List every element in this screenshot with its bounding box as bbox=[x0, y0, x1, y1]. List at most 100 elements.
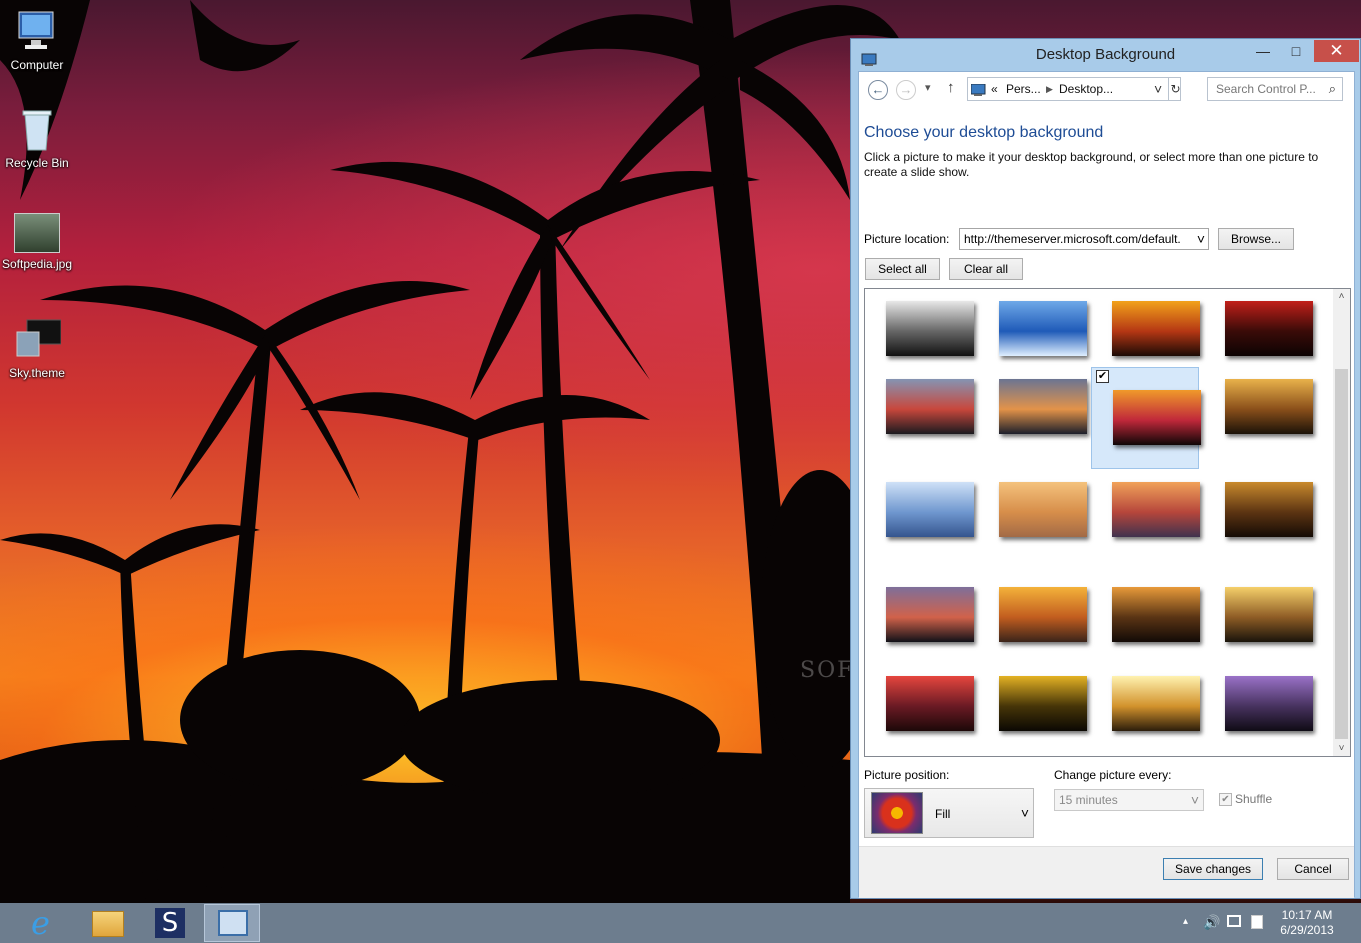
page-heading: Choose your desktop background bbox=[864, 124, 1104, 141]
desktop-background-window: Desktop Background — □ ✕ ← → ▾ ↑ « Pers.… bbox=[850, 38, 1361, 899]
position-preview-image bbox=[871, 792, 923, 834]
wallpaper-thumbnail[interactable] bbox=[978, 664, 1087, 756]
address-dropdown-button[interactable]: ˅ bbox=[1154, 78, 1162, 100]
desktop-icon-sky-theme[interactable]: Sky.theme bbox=[0, 318, 74, 380]
shuffle-checkbox[interactable]: ✔ bbox=[1219, 793, 1232, 806]
wallpaper-thumbnail-image bbox=[886, 379, 974, 434]
scroll-up-button[interactable]: ˄ bbox=[1333, 291, 1350, 302]
back-button[interactable]: ← bbox=[868, 80, 888, 100]
taskbar-file-explorer[interactable] bbox=[80, 904, 136, 942]
chevron-down-icon: ˅ bbox=[1020, 805, 1029, 821]
clock-time: 10:17 AM bbox=[1281, 908, 1333, 922]
up-button[interactable]: ↑ bbox=[947, 79, 955, 96]
change-interval-select[interactable]: 15 minutes ˅ bbox=[1054, 789, 1204, 811]
minimize-button[interactable]: — bbox=[1246, 40, 1280, 62]
window-title: Desktop Background bbox=[1035, 46, 1176, 63]
search-box[interactable]: Search Control P... ⌕ bbox=[1207, 77, 1343, 101]
scroll-down-button[interactable]: ˅ bbox=[1333, 743, 1350, 754]
address-bar[interactable]: « Pers... ▶ Desktop... ˅ ↻ bbox=[967, 77, 1181, 101]
search-input[interactable]: Search Control P... bbox=[1216, 82, 1316, 96]
vertical-scrollbar[interactable]: ˄ ˅ bbox=[1333, 289, 1350, 756]
control-panel-icon bbox=[218, 910, 248, 936]
clock[interactable]: 10:17 AM 6/29/2013 bbox=[1277, 908, 1337, 938]
wallpaper-thumbnail[interactable] bbox=[978, 367, 1087, 469]
browse-button[interactable]: Browse... bbox=[1218, 228, 1294, 250]
wallpaper-thumbnail-image bbox=[999, 587, 1087, 642]
wallpaper-thumbnail-image bbox=[1225, 301, 1313, 356]
wallpaper-thumbnail[interactable] bbox=[1091, 470, 1200, 572]
wallpaper-thumbnail[interactable] bbox=[1204, 367, 1313, 469]
title-bar[interactable]: Desktop Background — □ ✕ bbox=[851, 39, 1360, 71]
chevron-down-icon: ˅ bbox=[1190, 792, 1199, 808]
computer-icon bbox=[13, 10, 61, 54]
image-file-icon bbox=[14, 213, 60, 253]
wallpaper-thumbnail-image bbox=[999, 676, 1087, 731]
search-icon[interactable]: ⌕ bbox=[1329, 78, 1336, 100]
picture-position-select[interactable]: Fill ˅ bbox=[864, 788, 1034, 838]
cancel-button[interactable]: Cancel bbox=[1277, 858, 1349, 880]
change-picture-every-label: Change picture every: bbox=[1054, 768, 1172, 782]
wallpaper-thumbnail[interactable] bbox=[978, 470, 1087, 572]
system-tray: ▴ 🔊 10:17 AM 6/29/2013 bbox=[1161, 903, 1361, 943]
wallpaper-thumbnail[interactable] bbox=[1204, 664, 1313, 756]
network-icon[interactable] bbox=[1227, 915, 1241, 927]
theme-file-icon bbox=[13, 318, 62, 362]
clear-all-button[interactable]: Clear all bbox=[949, 258, 1023, 280]
wallpaper-thumbnail-image bbox=[1225, 587, 1313, 642]
wallpaper-picture-grid: ✔ ˄ ˅ bbox=[864, 288, 1351, 757]
show-hidden-icons-button[interactable]: ▴ bbox=[1183, 916, 1188, 927]
desktop-icon-softpedia-jpg[interactable]: Softpedia.jpg bbox=[0, 213, 74, 271]
wallpaper-thumbnail-image bbox=[999, 301, 1087, 356]
page-description: Click a picture to make it your desktop … bbox=[864, 150, 1319, 179]
desktop-icon-recycle-bin[interactable]: Recycle Bin bbox=[0, 108, 74, 170]
picture-location-label: Picture location: bbox=[864, 232, 950, 246]
wallpaper-thumbnail-image bbox=[886, 482, 974, 537]
wallpaper-thumbnail[interactable] bbox=[1091, 575, 1200, 677]
picture-location-select[interactable]: http://themeserver.microsoft.com/default… bbox=[959, 228, 1209, 250]
volume-icon[interactable]: 🔊 bbox=[1203, 914, 1220, 931]
taskbar-softpedia[interactable]: S bbox=[142, 904, 198, 942]
refresh-button[interactable]: ↻ bbox=[1168, 78, 1182, 100]
wallpaper-thumbnail[interactable] bbox=[865, 367, 974, 469]
wallpaper-thumbnail[interactable] bbox=[865, 470, 974, 572]
taskbar-control-panel[interactable] bbox=[204, 904, 260, 942]
window-content: ← → ▾ ↑ « Pers... ▶ Desktop... ˅ ↻ Searc… bbox=[858, 71, 1355, 898]
desktop-icon-label: Softpedia.jpg bbox=[1, 257, 73, 271]
wallpaper-thumbnail[interactable] bbox=[865, 664, 974, 756]
wallpaper-thumbnail-image bbox=[886, 587, 974, 642]
change-interval-value: 15 minutes bbox=[1059, 793, 1118, 807]
scrollbar-thumb[interactable] bbox=[1335, 369, 1348, 739]
taskbar-internet-explorer[interactable]: e bbox=[18, 904, 74, 942]
wallpaper-thumbnail-image bbox=[1225, 482, 1313, 537]
wallpaper-thumbnail-image bbox=[1112, 676, 1200, 731]
wallpaper-thumbnail[interactable] bbox=[865, 575, 974, 677]
close-button[interactable]: ✕ bbox=[1314, 40, 1359, 62]
file-explorer-icon bbox=[92, 911, 124, 937]
wallpaper-thumbnail-image bbox=[999, 482, 1087, 537]
chevron-down-icon: ˅ bbox=[1193, 229, 1205, 249]
wallpaper-thumbnail[interactable] bbox=[978, 575, 1087, 677]
breadcrumb-personalization[interactable]: Pers... bbox=[1006, 78, 1041, 100]
picture-location-value: http://themeserver.microsoft.com/default… bbox=[964, 232, 1181, 246]
wallpaper-thumbnail-image bbox=[886, 301, 974, 356]
select-all-button[interactable]: Select all bbox=[865, 258, 940, 280]
wallpaper-thumbnail[interactable] bbox=[1204, 470, 1313, 572]
wallpaper-thumbnail[interactable] bbox=[1204, 575, 1313, 677]
action-center-icon[interactable] bbox=[1251, 915, 1263, 929]
maximize-button[interactable]: □ bbox=[1279, 40, 1313, 62]
wallpaper-thumbnail[interactable] bbox=[1091, 664, 1200, 756]
wallpaper-thumbnail-image bbox=[1225, 379, 1313, 434]
wallpaper-thumbnail[interactable]: ✔ bbox=[1091, 367, 1201, 469]
forward-button[interactable]: → bbox=[896, 80, 916, 100]
breadcrumb-desktop-background[interactable]: Desktop... bbox=[1059, 78, 1113, 100]
internet-explorer-icon: e bbox=[31, 904, 50, 942]
save-changes-button[interactable]: Save changes bbox=[1163, 858, 1263, 880]
desktop-icon-computer[interactable]: Computer bbox=[0, 10, 74, 72]
picture-position-value: Fill bbox=[935, 807, 951, 821]
recent-locations-button[interactable]: ▾ bbox=[925, 81, 931, 94]
breadcrumb-overflow[interactable]: « bbox=[991, 78, 998, 100]
thumbnail-checkbox[interactable]: ✔ bbox=[1096, 370, 1109, 383]
control-panel-icon bbox=[970, 82, 986, 96]
wallpaper-thumbnail-image bbox=[1112, 587, 1200, 642]
wallpaper-thumbnail-image bbox=[1112, 482, 1200, 537]
